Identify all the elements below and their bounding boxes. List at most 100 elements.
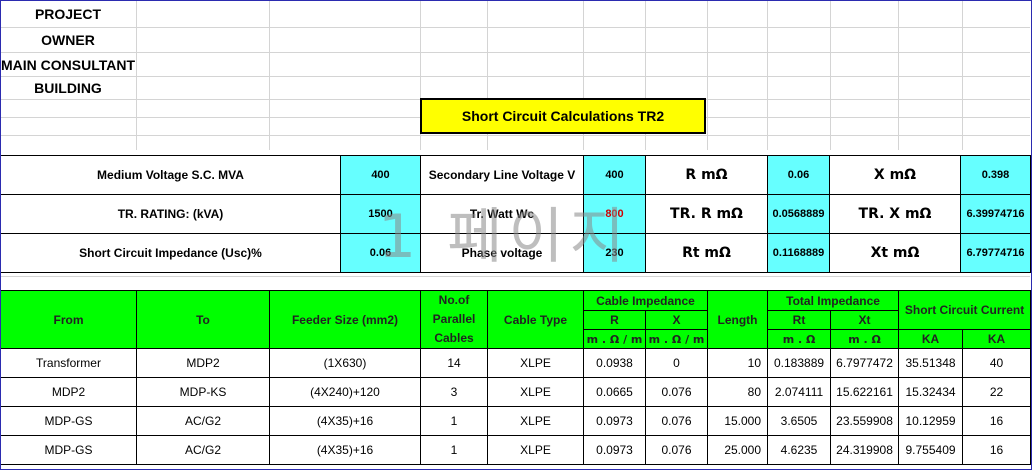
tr-rating-label: TR. RATING: (kVA) bbox=[0, 194, 341, 234]
header-xt: Xt bbox=[830, 310, 900, 330]
building-label: BUILDING bbox=[34, 80, 102, 96]
row-r[interactable]: 0.0973 bbox=[583, 435, 646, 465]
r-label: R mΩ bbox=[645, 155, 768, 195]
row-type[interactable]: XLPE bbox=[487, 377, 584, 407]
row-size[interactable]: (4X35)+16 bbox=[269, 406, 421, 436]
row-ka-rated[interactable]: 40 bbox=[962, 348, 1032, 378]
header-cable-type: Cable Type bbox=[487, 290, 584, 349]
tr-watt-value[interactable]: 800 bbox=[583, 194, 646, 234]
header-r-unit: m . Ω / m bbox=[583, 329, 646, 349]
row-length[interactable]: 80 bbox=[707, 377, 769, 407]
row-parallel[interactable]: 1 bbox=[420, 406, 488, 436]
row-ka[interactable]: 9.755409 bbox=[898, 435, 964, 465]
owner-label: OWNER bbox=[41, 32, 95, 48]
row-to[interactable]: AC/G2 bbox=[136, 435, 270, 465]
main-consultant-label: MAIN CONSULTANT bbox=[0, 57, 136, 73]
row-xt[interactable]: 6.7977472 bbox=[830, 348, 900, 378]
mv-sc-value[interactable]: 400 bbox=[340, 155, 421, 195]
row-x[interactable]: 0.076 bbox=[644, 406, 709, 436]
phase-voltage-value[interactable]: 230 bbox=[583, 233, 646, 273]
tr-x-label: TR. X mΩ bbox=[829, 194, 961, 234]
row-r[interactable]: 0.0973 bbox=[583, 406, 646, 436]
row-x[interactable]: 0.076 bbox=[644, 435, 709, 465]
table-row: MDP-GS AC/G2 (4X35)+16 1 XLPE 0.0973 0.0… bbox=[0, 435, 1032, 465]
header-x: X bbox=[644, 310, 709, 330]
header-sc-current: Short Circuit Current bbox=[898, 290, 1032, 330]
row-from[interactable]: MDP-GS bbox=[0, 406, 137, 436]
row-ka[interactable]: 35.51348 bbox=[898, 348, 964, 378]
row-r[interactable]: 0.0665 bbox=[583, 377, 646, 407]
header-total-impedance: Total Impedance bbox=[767, 290, 900, 311]
row-r[interactable]: 0.0938 bbox=[583, 348, 646, 378]
sheet-title: Short Circuit Calculations TR2 bbox=[420, 98, 706, 134]
table-row: Transformer MDP2 (1X630) 14 XLPE 0.0938 … bbox=[0, 348, 1032, 378]
secondary-voltage-label: Secondary Line Voltage V bbox=[420, 155, 584, 195]
row-parallel[interactable]: 3 bbox=[420, 377, 488, 407]
rt-value[interactable]: 0.1168889 bbox=[767, 233, 830, 273]
row-ka-rated[interactable]: 16 bbox=[962, 435, 1032, 465]
phase-voltage-label: Phase voltage bbox=[420, 233, 584, 273]
header-from: From bbox=[0, 290, 137, 349]
table-row: MDP-GS AC/G2 (4X35)+16 1 XLPE 0.0973 0.0… bbox=[0, 406, 1032, 436]
rt-label: Rt mΩ bbox=[645, 233, 768, 273]
secondary-voltage-value[interactable]: 400 bbox=[583, 155, 646, 195]
row-from[interactable]: Transformer bbox=[0, 348, 137, 378]
row-length[interactable]: 25.000 bbox=[707, 435, 769, 465]
row-type[interactable]: XLPE bbox=[487, 348, 584, 378]
tr-r-label: TR. R mΩ bbox=[645, 194, 768, 234]
tr-rating-value[interactable]: 1500 bbox=[340, 194, 421, 234]
header-xt-unit: m . Ω bbox=[830, 329, 900, 349]
row-x[interactable]: 0 bbox=[644, 348, 709, 378]
row-parallel[interactable]: 14 bbox=[420, 348, 488, 378]
row-rt[interactable]: 0.183889 bbox=[767, 348, 832, 378]
tr-watt-label: Tr. Watt Wc bbox=[420, 194, 584, 234]
row-size[interactable]: (4X240)+120 bbox=[269, 377, 421, 407]
row-rt[interactable]: 3.6505 bbox=[767, 406, 832, 436]
row-x[interactable]: 0.076 bbox=[644, 377, 709, 407]
row-type[interactable]: XLPE bbox=[487, 435, 584, 465]
row-xt[interactable]: 23.559908 bbox=[830, 406, 900, 436]
xt-label: Xt mΩ bbox=[829, 233, 961, 273]
row-xt[interactable]: 24.319908 bbox=[830, 435, 900, 465]
header-ka-rated: KA bbox=[962, 329, 1032, 349]
header-rt: Rt bbox=[767, 310, 832, 330]
row-ka[interactable]: 10.12959 bbox=[898, 406, 964, 436]
row-ka-rated[interactable]: 16 bbox=[962, 406, 1032, 436]
row-from[interactable]: MDP-GS bbox=[0, 435, 137, 465]
row-type[interactable]: XLPE bbox=[487, 406, 584, 436]
header-r: R bbox=[583, 310, 646, 330]
header-length: Length bbox=[707, 290, 769, 349]
header-ka: KA bbox=[898, 329, 964, 349]
row-to[interactable]: MDP-KS bbox=[136, 377, 270, 407]
row-xt[interactable]: 15.622161 bbox=[830, 377, 900, 407]
feeder-table: From To Feeder Size (mm2) No.of Parallel… bbox=[0, 290, 1032, 465]
xt-value[interactable]: 6.79774716 bbox=[960, 233, 1031, 273]
table-row: MDP2 MDP-KS (4X240)+120 3 XLPE 0.0665 0.… bbox=[0, 377, 1032, 407]
header-feeder-size: Feeder Size (mm2) bbox=[269, 290, 421, 349]
tr-r-value[interactable]: 0.0568889 bbox=[767, 194, 830, 234]
header-rt-unit: m . Ω bbox=[767, 329, 832, 349]
usc-label: Short Circuit Impedance (Usc)% bbox=[0, 233, 341, 273]
row-size[interactable]: (1X630) bbox=[269, 348, 421, 378]
x-value[interactable]: 0.398 bbox=[960, 155, 1031, 195]
row-rt[interactable]: 2.074111 bbox=[767, 377, 832, 407]
row-length[interactable]: 15.000 bbox=[707, 406, 769, 436]
row-rt[interactable]: 4.6235 bbox=[767, 435, 832, 465]
r-value[interactable]: 0.06 bbox=[767, 155, 830, 195]
x-label: X mΩ bbox=[829, 155, 961, 195]
row-ka[interactable]: 15.32434 bbox=[898, 377, 964, 407]
row-ka-rated[interactable]: 22 bbox=[962, 377, 1032, 407]
project-label: PROJECT bbox=[34, 6, 102, 22]
row-parallel[interactable]: 1 bbox=[420, 435, 488, 465]
row-size[interactable]: (4X35)+16 bbox=[269, 435, 421, 465]
row-length[interactable]: 10 bbox=[707, 348, 769, 378]
parameters-table: Medium Voltage S.C. MVA 400 Secondary Li… bbox=[0, 155, 1031, 273]
header-x-unit: m . Ω / m bbox=[644, 329, 709, 349]
tr-x-value[interactable]: 6.39974716 bbox=[960, 194, 1031, 234]
row-to[interactable]: MDP2 bbox=[136, 348, 270, 378]
row-to[interactable]: AC/G2 bbox=[136, 406, 270, 436]
usc-value[interactable]: 0.06 bbox=[340, 233, 421, 273]
row-from[interactable]: MDP2 bbox=[0, 377, 137, 407]
mv-sc-label: Medium Voltage S.C. MVA bbox=[0, 155, 341, 195]
header-cable-impedance: Cable Impedance bbox=[582, 290, 709, 311]
